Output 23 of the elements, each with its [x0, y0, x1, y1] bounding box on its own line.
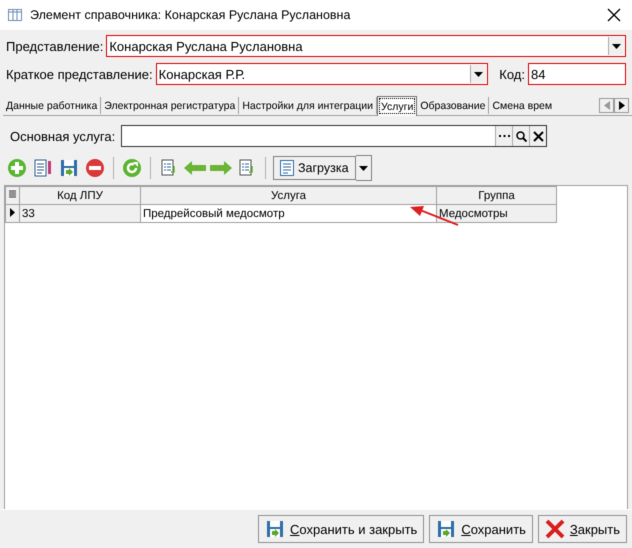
table-cell: 33 [20, 204, 140, 222]
table-cell: Медосмотры [436, 204, 556, 222]
short-presentation-field[interactable]: Конарская Р.Р. [156, 63, 488, 85]
table-cell: Предрейсовый медосмотр [140, 204, 436, 222]
field-label: Код: [499, 66, 525, 82]
load-button[interactable]: Загрузка [273, 156, 356, 180]
column-header[interactable]: Услуга [140, 186, 436, 204]
tab[interactable]: Услуги [377, 96, 418, 116]
tab[interactable]: Образование [417, 97, 490, 114]
code-field[interactable]: 84 [528, 63, 626, 85]
footer-button[interactable]: Закрыть [538, 515, 627, 543]
field-label: Представление: [6, 38, 104, 54]
tab[interactable]: Смена врем [489, 97, 556, 114]
presentation-field[interactable]: Конарская Руслана Руслановна [106, 35, 626, 57]
tab[interactable]: Данные работника [3, 97, 102, 114]
field-label: Краткое представление: [6, 66, 153, 82]
window-title: Элемент справочника: Конарская Руслана Руслановна [30, 8, 352, 22]
column-header[interactable]: Группа [436, 186, 556, 204]
tab[interactable]: Электронная регистратура [101, 97, 240, 114]
footer-button[interactable]: Сохранить и закрыть [258, 515, 424, 543]
column-header[interactable]: Код ЛПУ [20, 186, 140, 204]
field-label: Основная услуга: [10, 128, 116, 144]
footer-button[interactable]: Сохранить [429, 515, 533, 543]
